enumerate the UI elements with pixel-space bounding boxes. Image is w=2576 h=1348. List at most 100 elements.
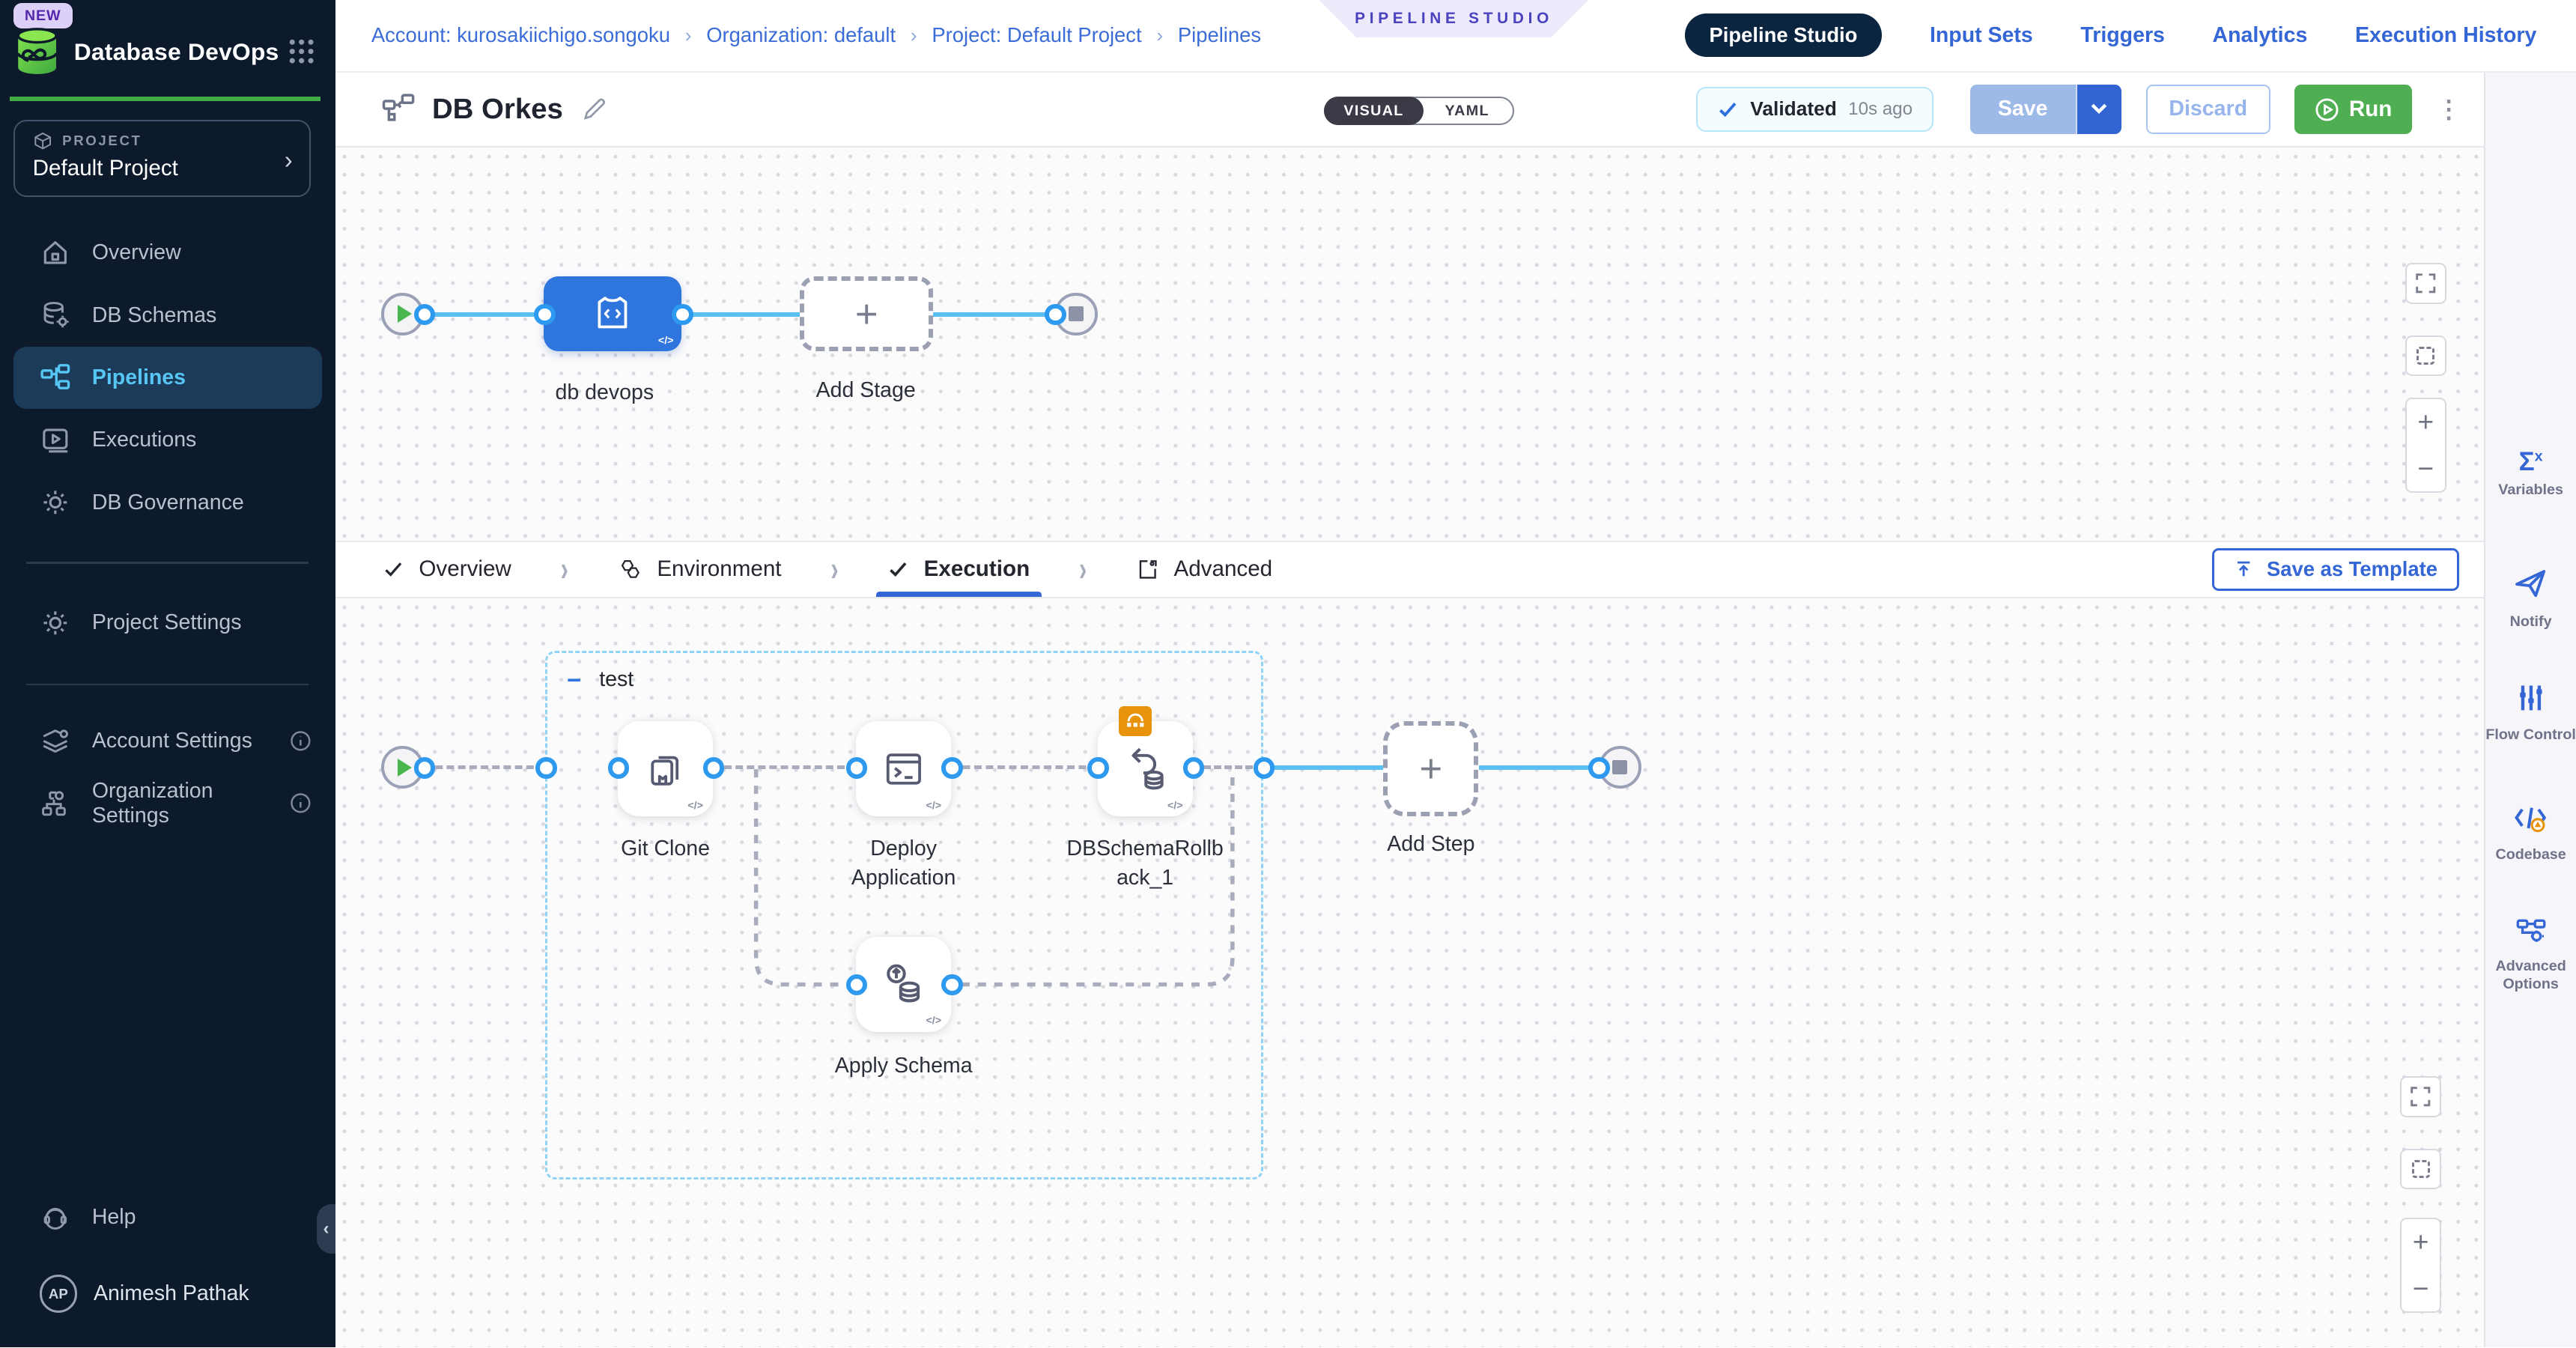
add-stage-node[interactable]: + (800, 276, 933, 352)
rail-item-variables[interactable]: Σx Variables (2485, 447, 2576, 500)
more-options-kebab[interactable]: ⋮ (2437, 104, 2456, 115)
upload-icon (2234, 559, 2253, 579)
marquee-select-button[interactable] (2400, 1149, 2441, 1190)
save-button[interactable]: Save (1970, 85, 2077, 134)
add-step-node[interactable]: + (1383, 721, 1478, 816)
tab-overview[interactable]: Overview (378, 542, 517, 597)
code-badge: </> (687, 800, 703, 812)
stage-node-db-devops[interactable]: </> (544, 276, 681, 352)
sidebar-item-help[interactable]: Help (0, 1186, 335, 1248)
connector-dot[interactable] (535, 757, 557, 779)
sidebar-item-db-schemas[interactable]: DB Schemas (0, 285, 335, 347)
tab-environment[interactable]: Environment (613, 542, 786, 597)
apply-schema-icon (875, 956, 932, 1012)
user-profile[interactable]: AP Animesh Pathak (40, 1275, 319, 1312)
run-button[interactable]: Run (2294, 85, 2411, 134)
variables-icon: Σx (2485, 447, 2576, 477)
sidebar-collapse-handle[interactable]: ‹ (317, 1204, 335, 1254)
link (681, 312, 800, 317)
rollback-database-icon (1117, 741, 1173, 797)
zoom-out-button[interactable]: − (2407, 446, 2445, 492)
stop-icon (1069, 306, 1084, 321)
connector-dot[interactable] (1588, 757, 1610, 779)
rail-item-notify[interactable]: Notify (2485, 565, 2576, 631)
connector-dot[interactable] (1183, 757, 1205, 779)
tab-pipeline-studio[interactable]: Pipeline Studio (1685, 13, 1883, 57)
breadcrumb-account[interactable]: Account: kurosakiichigo.songoku (371, 23, 670, 47)
zoom-out-button[interactable]: − (2402, 1265, 2440, 1311)
fullscreen-button[interactable] (2400, 1076, 2441, 1117)
tab-execution-history[interactable]: Execution History (2355, 23, 2536, 48)
collapse-group-icon[interactable]: − (567, 666, 581, 694)
chevron-right-icon: › (285, 146, 293, 174)
code-badge: </> (926, 1015, 941, 1027)
connector-dot[interactable] (1087, 757, 1109, 779)
tab-analytics[interactable]: Analytics (2213, 23, 2308, 48)
app-grid-icon[interactable] (288, 37, 315, 65)
save-dropdown-button[interactable] (2077, 85, 2121, 134)
tab-execution[interactable]: Execution (883, 542, 1035, 597)
connector-dot[interactable] (846, 757, 868, 779)
breadcrumb-organization[interactable]: Organization: default (706, 23, 896, 47)
topbar: Account: kurosakiichigo.songoku › Organi… (335, 0, 2576, 73)
discard-button[interactable]: Discard (2146, 85, 2270, 134)
sidebar: NEW Database DevOps (0, 0, 335, 1347)
connector-dot[interactable] (1045, 304, 1066, 326)
connector-dot[interactable] (672, 304, 693, 326)
check-icon (1717, 99, 1739, 121)
group-name: test (599, 667, 634, 692)
connector-dot[interactable] (941, 757, 963, 779)
sidebar-item-label: Organization Settings (92, 779, 268, 828)
brand-divider (10, 97, 321, 100)
sidebar-item-pipelines[interactable]: Pipelines (13, 347, 322, 409)
rail-item-codebase[interactable]: Codebase (2485, 802, 2576, 864)
tab-advanced[interactable]: Advanced (1131, 542, 1277, 597)
edit-pencil-icon[interactable] (581, 96, 607, 122)
tab-input-sets[interactable]: Input Sets (1930, 23, 2033, 48)
tab-triggers[interactable]: Triggers (2080, 23, 2165, 48)
rail-label: Codebase (2485, 846, 2576, 864)
step-node-deploy-application[interactable]: </> (856, 721, 951, 816)
terminal-icon (879, 744, 929, 794)
stage-config-tabs: Overview › Environment › Execution › (335, 542, 2485, 598)
advanced-icon (1136, 558, 1159, 581)
info-icon[interactable] (289, 792, 312, 815)
breadcrumb-project[interactable]: Project: Default Project (932, 23, 1141, 47)
sidebar-item-executions[interactable]: Executions (0, 409, 335, 471)
sidebar-item-overview[interactable]: Overview (0, 222, 335, 284)
zoom-in-button[interactable]: + (2402, 1219, 2440, 1266)
toggle-yaml[interactable]: YAML (1422, 98, 1513, 123)
rail-label: Advanced Options (2485, 958, 2576, 993)
fullscreen-button[interactable] (2405, 263, 2446, 304)
execution-canvas[interactable]: − test </> (335, 598, 2485, 1347)
info-icon[interactable] (289, 729, 312, 753)
validated-badge[interactable]: Validated 10s ago (1696, 87, 1933, 131)
connector-dot[interactable] (1254, 757, 1275, 779)
toggle-visual[interactable]: VISUAL (1324, 97, 1424, 125)
save-as-template-label: Save as Template (2267, 557, 2437, 581)
connector-dot[interactable] (414, 757, 436, 779)
connector-dot[interactable] (534, 304, 556, 326)
step-node-apply-schema[interactable]: </> (856, 937, 951, 1032)
sidebar-item-organization-settings[interactable]: Organization Settings (0, 772, 335, 834)
validated-label: Validated (1750, 97, 1837, 121)
sidebar-item-db-governance[interactable]: DB Governance (0, 472, 335, 534)
breadcrumb-pipelines[interactable]: Pipelines (1178, 23, 1261, 47)
step-node-git-clone[interactable]: </> (618, 721, 713, 816)
rail-item-advanced-options[interactable]: Advanced Options (2485, 915, 2576, 994)
stage-canvas[interactable]: </> + db devops Add Stage + − (335, 148, 2485, 542)
connector-dot[interactable] (608, 757, 630, 779)
project-selector[interactable]: PROJECT Default Project › (13, 120, 311, 197)
sidebar-item-account-settings[interactable]: Account Settings (0, 710, 335, 772)
zoom-in-button[interactable]: + (2407, 399, 2445, 446)
marquee-select-button[interactable] (2405, 336, 2446, 377)
cube-icon (33, 131, 52, 151)
connector-dot[interactable] (414, 304, 436, 326)
rail-item-flow-control[interactable]: Flow Control (2485, 681, 2576, 744)
connector-dot[interactable] (941, 974, 963, 996)
sidebar-item-project-settings[interactable]: Project Settings (0, 592, 335, 654)
save-as-template-button[interactable]: Save as Template (2212, 548, 2460, 591)
pipeline-header: DB Orkes VISUAL YAML Validated 10s ago S… (335, 73, 2485, 148)
tab-label: Execution (924, 556, 1030, 582)
visual-yaml-toggle[interactable]: VISUAL YAML (1324, 97, 1513, 124)
